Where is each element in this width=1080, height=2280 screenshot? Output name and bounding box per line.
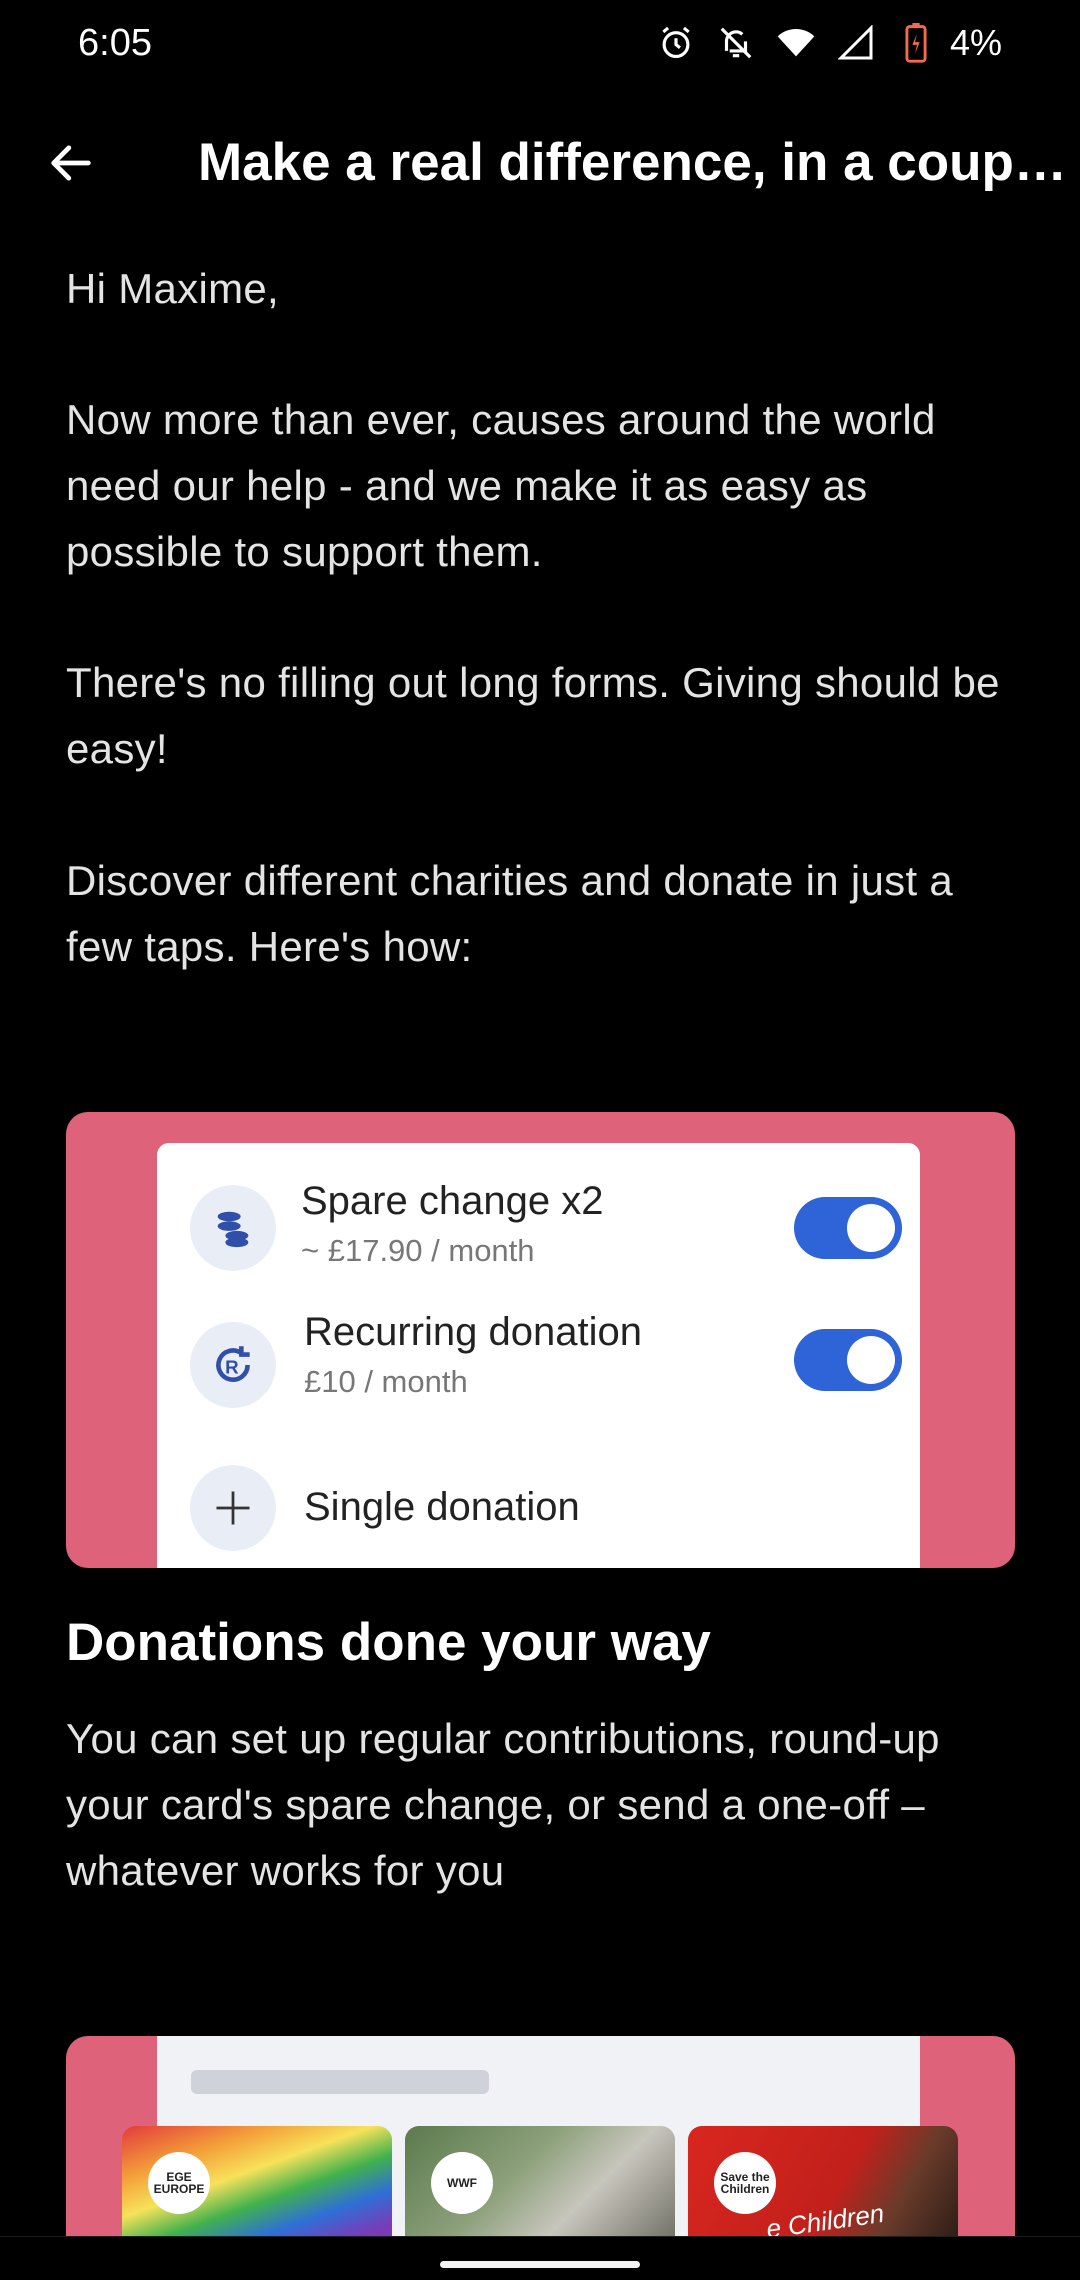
donation-options-panel: Spare change x2 ~ £17.90 / month R Recur… — [157, 1143, 920, 1568]
recurring-donation-subtitle: £10 / month — [304, 1364, 468, 1399]
single-donation-row: Single donation — [157, 1453, 920, 1563]
recurring-donation-title: Recurring donation — [304, 1310, 642, 1354]
wifi-icon — [776, 23, 816, 63]
status-icons: 4% — [656, 22, 1002, 64]
intro-paragraph: Now more than ever, causes around the wo… — [66, 396, 936, 575]
charities-illustration: EGE EUROPE WWF Save the Children e Child… — [66, 2036, 1015, 2236]
battery-low-icon — [896, 23, 936, 63]
single-donation-title: Single donation — [304, 1485, 580, 1529]
spare-change-row: Spare change x2 ~ £17.90 / month — [157, 1173, 920, 1283]
signal-icon — [836, 23, 876, 63]
back-button[interactable] — [36, 128, 106, 198]
plus-icon — [190, 1465, 276, 1551]
coins-icon — [190, 1185, 276, 1271]
save-the-children-logo: Save the Children — [714, 2152, 776, 2214]
section-description: You can set up regular contributions, ro… — [66, 1715, 940, 1894]
spare-change-title: Spare change x2 — [301, 1179, 604, 1223]
recurring-donation-row: R Recurring donation £10 / month — [157, 1310, 920, 1420]
charity-card-wwf: WWF — [405, 2126, 675, 2236]
alarm-icon — [656, 23, 696, 63]
greeting-text: Hi Maxime, — [66, 265, 280, 312]
charity-card-pride: EGE EUROPE — [122, 2126, 392, 2236]
charity-card-save-the-children: Save the Children e Children — [688, 2126, 958, 2236]
section-heading: Donations done your way — [66, 1613, 711, 1672]
status-bar: 6:05 4% — [0, 0, 1080, 92]
svg-text:R: R — [225, 1356, 239, 1377]
how-it-works-paragraph: Discover different charities and donate … — [66, 857, 954, 970]
page-title: Make a real difference, in a couple of t… — [198, 133, 1080, 192]
app-bar: Make a real difference, in a couple of t… — [0, 110, 1080, 216]
spare-change-toggle — [794, 1197, 902, 1259]
battery-percentage: 4% — [949, 22, 1002, 63]
status-time: 6:05 — [78, 22, 152, 64]
spare-change-subtitle: ~ £17.90 / month — [301, 1233, 535, 1268]
pride-flag-logo: EGE EUROPE — [148, 2152, 210, 2214]
arrow-back-icon — [51, 145, 91, 181]
gesture-nav-bar — [0, 2236, 1080, 2280]
home-handle[interactable] — [440, 2261, 640, 2268]
wwf-panda-logo: WWF — [431, 2152, 493, 2214]
donation-options-illustration: Spare change x2 ~ £17.90 / month R Recur… — [66, 1112, 1015, 1568]
notifications-off-icon — [716, 23, 756, 63]
placeholder-bar — [191, 2070, 489, 2094]
save-the-children-banner: e Children — [764, 2197, 886, 2236]
recurring-icon: R — [190, 1322, 276, 1408]
easy-giving-paragraph: There's no filling out long forms. Givin… — [66, 659, 1000, 772]
recurring-donation-toggle — [794, 1329, 902, 1391]
